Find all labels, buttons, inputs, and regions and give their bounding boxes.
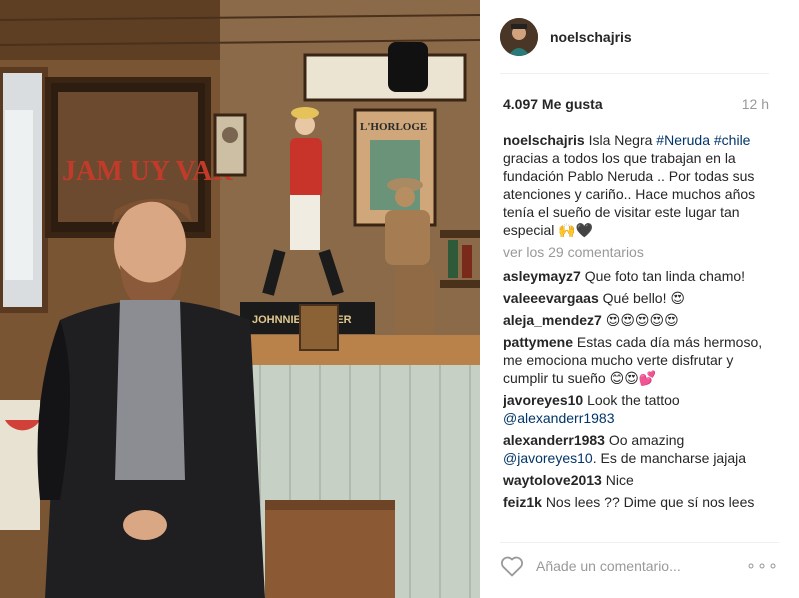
comment-mention[interactable]: @alexanderr1983 [503, 410, 615, 426]
photo-illustration: JAM UY VAR L'HORLOGE JOHNNIE WALKER [0, 0, 480, 598]
avatar-image [500, 17, 538, 56]
header-username[interactable]: noelschajris [550, 29, 632, 45]
more-options-icon[interactable]: ∘∘∘ [740, 556, 779, 576]
caption-text-after: gracias a todos los que trabajan en la f… [503, 150, 756, 238]
caption-username[interactable]: noelschajris [503, 132, 585, 148]
comment-username[interactable]: feiz1k [503, 494, 542, 510]
comment-text: Oo amazing [608, 432, 685, 448]
comment-text: Qué bello! 😍 [602, 290, 685, 306]
caption: noelschajris Isla Negra #Neruda #chile g… [503, 131, 771, 239]
post-photo[interactable]: JAM UY VAR L'HORLOGE JOHNNIE WALKER [0, 0, 480, 598]
comment-text: Que foto tan linda chamo! [584, 268, 746, 284]
mirror-sign-text: JAM UY VAR [62, 156, 233, 187]
comment-mention[interactable]: @javoreyes10 [503, 450, 593, 466]
comment-text: Nos lees ?? Dime que sí nos lees [545, 494, 755, 510]
hashtag-chile[interactable]: #chile [714, 132, 751, 148]
comment-text: Look the tattoo [587, 392, 680, 408]
comment-text-after: . Es de mancharse jajaja [592, 450, 747, 466]
caption-text-before: Isla Negra [588, 132, 657, 148]
list-item: asleymayz7 Que foto tan linda chamo! [503, 267, 771, 285]
comment-username[interactable]: waytolove2013 [503, 472, 602, 488]
likes-count[interactable]: 4.097 Me gusta [503, 96, 603, 112]
post-details-panel: noelschajris 4.097 Me gusta 12 h noelsch… [480, 0, 799, 598]
comment-username[interactable]: pattymene [503, 334, 573, 350]
comment-text: Nice [605, 472, 634, 488]
comment-footer: ∘∘∘ [500, 542, 779, 588]
comment-text: 😍😍😍😍😍 [605, 312, 679, 328]
avatar[interactable] [500, 17, 538, 56]
list-item: aleja_mendez7 😍😍😍😍😍 [503, 311, 771, 329]
comment-username[interactable]: asleymayz7 [503, 268, 581, 284]
comment-username[interactable]: aleja_mendez7 [503, 312, 602, 328]
likes-row: 4.097 Me gusta 12 h [503, 90, 769, 118]
comment-username[interactable]: alexanderr1983 [503, 432, 605, 448]
list-item: feiz1k Nos lees ?? Dime que sí nos lees [503, 493, 771, 511]
poster-sign-text: L'HORLOGE [360, 121, 427, 133]
post-time[interactable]: 12 h [742, 96, 769, 112]
comment-input[interactable] [536, 557, 740, 574]
view-all-comments-link[interactable]: ver los 29 comentarios [503, 243, 771, 261]
comment-username[interactable]: valeeevargaas [503, 290, 599, 306]
heart-outline-icon[interactable] [500, 555, 524, 577]
list-item: waytolove2013 Nice [503, 471, 771, 489]
post-header: noelschajris [500, 0, 769, 74]
comment-username[interactable]: javoreyes10 [503, 392, 583, 408]
list-item: valeeevargaas Qué bello! 😍 [503, 289, 771, 307]
hashtag-neruda[interactable]: #Neruda [656, 132, 710, 148]
list-item: pattymene Estas cada día más hermoso, me… [503, 333, 771, 387]
list-item: javoreyes10 Look the tattoo @alexanderr1… [503, 391, 771, 427]
list-item: alexanderr1983 Oo amazing @javoreyes10. … [503, 431, 771, 467]
comments-list: noelschajris Isla Negra #Neruda #chile g… [503, 131, 771, 533]
